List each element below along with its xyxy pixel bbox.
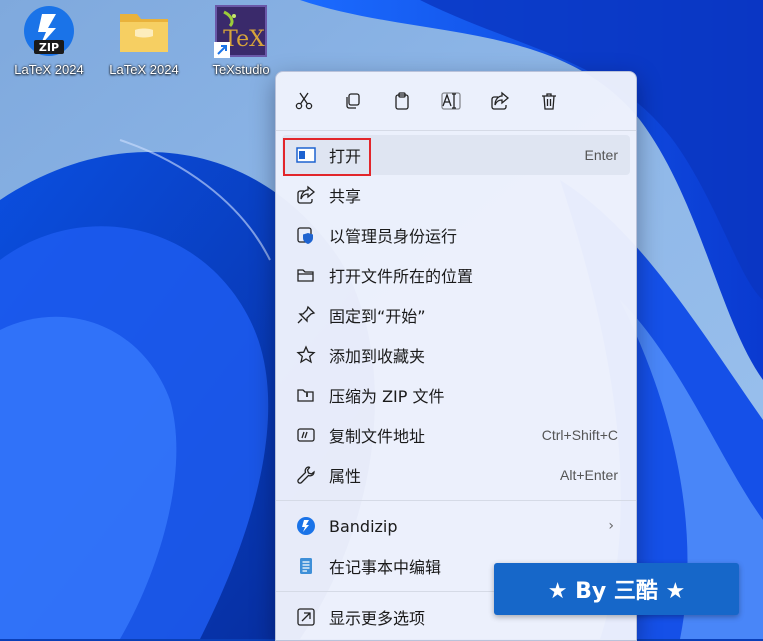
menu-item-label: 复制文件地址 [329, 427, 426, 446]
menu-item-open[interactable]: 打开 Enter [282, 135, 630, 175]
menu-item-label: 压缩为 ZIP 文件 [329, 387, 445, 406]
menu-item-label: 打开 [329, 147, 362, 166]
rename-button[interactable] [435, 85, 467, 117]
desktop-icon-label: LaTeX 2024 [14, 62, 84, 77]
desktop-icon-label: TeXstudio [212, 62, 270, 77]
watermark-badge: ★ By 三酷 ★ [494, 563, 739, 615]
paste-button[interactable] [386, 85, 418, 117]
folder-icon [117, 4, 171, 58]
scissors-icon [295, 92, 313, 110]
menu-item-label: 添加到收藏夹 [329, 347, 426, 366]
zip-folder-icon [294, 383, 318, 407]
menu-item-pin-to-start[interactable]: 固定到“开始” [282, 295, 630, 335]
menu-item-label: 在记事本中编辑 [329, 558, 442, 577]
delete-button[interactable] [533, 85, 565, 117]
share-icon [491, 91, 510, 110]
menu-item-copy-path[interactable]: 复制文件地址 Ctrl+Shift+C [282, 415, 630, 455]
copy-icon [346, 93, 360, 109]
menu-item-compress-zip[interactable]: 压缩为 ZIP 文件 [282, 375, 630, 415]
menu-item-label: Bandizip [329, 516, 398, 536]
desktop-icon-texstudio[interactable]: TeX TeXstudio [196, 4, 286, 77]
clipboard-icon [395, 92, 409, 110]
share-icon [294, 183, 318, 207]
menu-item-add-to-favorites[interactable]: 添加到收藏夹 [282, 335, 630, 375]
menu-item-run-as-admin[interactable]: 以管理员身份运行 [282, 215, 630, 255]
rename-icon [441, 92, 461, 110]
wrench-icon [294, 463, 318, 487]
notepad-icon [294, 554, 318, 578]
chevron-right-icon: › [608, 518, 614, 534]
menu-item-label: 共享 [329, 187, 362, 206]
desktop-icon-label: LaTeX 2024 [109, 62, 179, 77]
context-menu: 打开 Enter 共享 以管理员身份运行 打开文件所在的位置 固定到“开始” 添… [275, 71, 637, 641]
menu-item-shortcut: Ctrl+Shift+C [541, 427, 618, 443]
menu-item-label: 打开文件所在的位置 [329, 267, 474, 286]
menu-item-share[interactable]: 共享 [282, 175, 630, 215]
star-icon [294, 343, 318, 367]
texstudio-shortcut-icon: TeX [214, 4, 268, 58]
menu-item-bandizip[interactable]: Bandizip › [282, 506, 630, 546]
trash-icon [542, 93, 556, 110]
more-options-icon [294, 605, 318, 629]
menu-item-label: 以管理员身份运行 [329, 227, 458, 246]
menu-item-open-file-location[interactable]: 打开文件所在的位置 [282, 255, 630, 295]
bandizip-archive-icon: ZIP [22, 4, 76, 58]
share-button[interactable] [484, 85, 516, 117]
cut-button[interactable] [288, 85, 320, 117]
menu-item-properties[interactable]: 属性 Alt+Enter [282, 455, 630, 495]
menu-item-label: 显示更多选项 [329, 609, 426, 628]
shield-icon [294, 223, 318, 247]
quick-actions-bar [276, 72, 636, 130]
copy-button[interactable] [337, 85, 369, 117]
menu-item-label: 固定到“开始” [329, 307, 426, 326]
menu-item-label: 属性 [329, 467, 362, 486]
copy-path-icon [294, 423, 318, 447]
desktop-icon-latex-zip[interactable]: ZIP LaTeX 2024 [4, 4, 94, 77]
folder-open-icon [294, 263, 318, 287]
menu-item-shortcut: Alt+Enter [560, 467, 618, 483]
menu-item-shortcut: Enter [584, 147, 618, 163]
bandizip-icon [294, 514, 318, 538]
pin-icon [294, 303, 318, 327]
desktop-icon-latex-folder[interactable]: LaTeX 2024 [99, 4, 189, 77]
zip-badge-text: ZIP [39, 41, 59, 54]
open-window-icon [294, 143, 318, 167]
